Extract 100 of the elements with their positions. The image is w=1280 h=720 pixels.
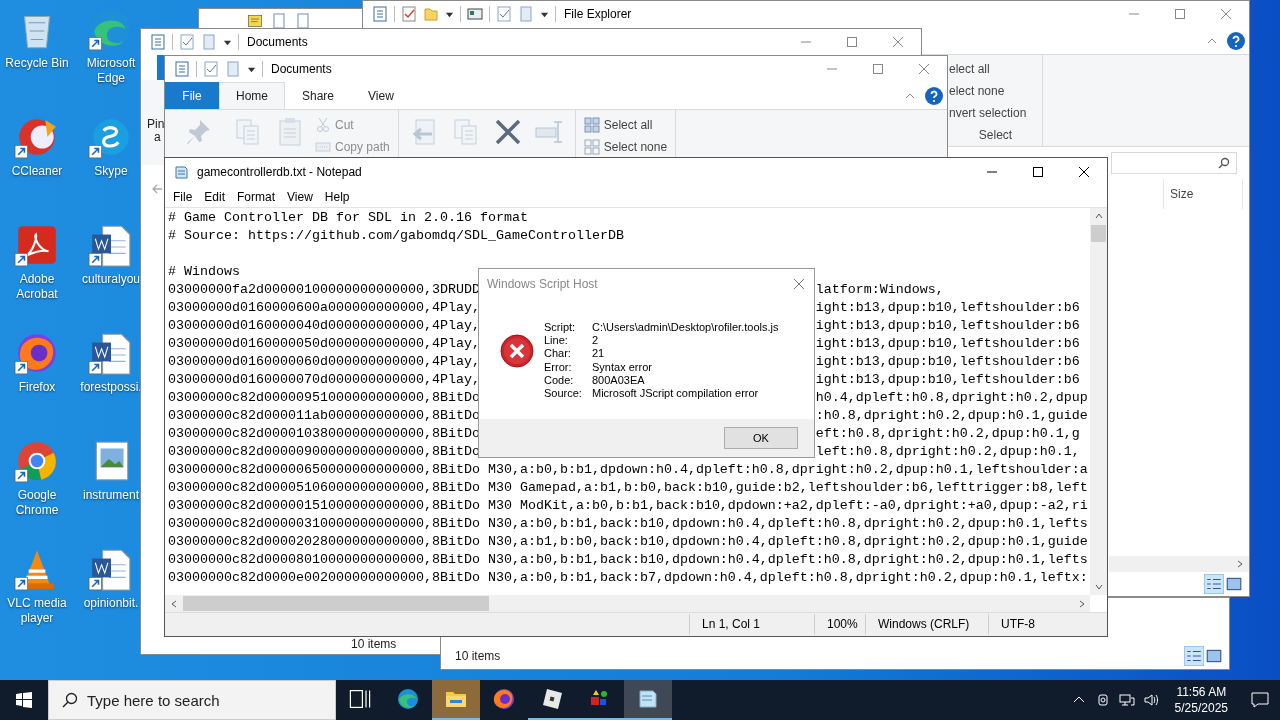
folder-icon[interactable] bbox=[423, 6, 439, 22]
close-icon bbox=[919, 64, 929, 74]
icon-label: Firefox bbox=[18, 380, 56, 395]
ribbon-button[interactable]: elect none bbox=[949, 83, 1005, 100]
text-line: :h0.8,dpright:h0.2,dpup:h0.1,guide bbox=[815, 407, 1088, 425]
icon-label: Recycle Bin bbox=[5, 56, 69, 71]
status-text: UTF-8 bbox=[988, 614, 1081, 635]
ribbon-tab[interactable]: Share bbox=[285, 82, 352, 109]
ribbon-button[interactable]: Select none bbox=[581, 138, 670, 156]
text-line: # Windows bbox=[168, 263, 240, 281]
text-line: ight:b13,dpup:b10,leftshoulder:b6 bbox=[815, 299, 1080, 317]
menu-item[interactable]: Help bbox=[318, 187, 356, 206]
text-line: ight:b13,dpup:b10,leftshoulder:b6 bbox=[815, 335, 1080, 353]
ribbon-tab[interactable]: Home bbox=[219, 82, 285, 109]
field-value: Microsoft JScript compilation error bbox=[592, 387, 760, 401]
ribbon-button[interactable]: elect all bbox=[949, 61, 990, 78]
text-line: 03000000c82d00000650000000000000,8BitDo M30,a:b0,b:b1,dpdown:h0.4,dpleft:h0.8,dpright:h0.2,dpup:h0.1,leftshoulder:a bbox=[168, 461, 1088, 479]
ribbon-button[interactable]: Select all bbox=[581, 116, 670, 134]
text-line: 03000000c82d00000900000000000000,8BitDo bbox=[168, 443, 480, 461]
maximize-icon bbox=[873, 64, 883, 74]
large-icons-view-icon[interactable] bbox=[1225, 575, 1243, 593]
ribbon-label: Pin bbox=[147, 118, 165, 131]
grid-icon bbox=[583, 139, 600, 155]
vertical-scrollbar[interactable] bbox=[1090, 208, 1107, 595]
task-view-icon bbox=[348, 687, 372, 711]
back-arrow-icon[interactable] bbox=[151, 183, 163, 195]
properties-icon[interactable] bbox=[372, 6, 388, 22]
scroll-up-icon[interactable] bbox=[1093, 211, 1104, 221]
help-icon[interactable] bbox=[1227, 31, 1245, 50]
text-line: left:h0.8,dpright:h0.2,dpup:h0.1, bbox=[815, 443, 1080, 461]
text-line: 03000000d0160000050d000000000000,4Play, bbox=[168, 335, 480, 353]
menu-item[interactable]: Edit bbox=[198, 187, 232, 206]
field-label: Error: bbox=[544, 360, 573, 374]
close-icon bbox=[1221, 9, 1231, 19]
icon-label: CCleaner bbox=[11, 164, 63, 179]
ribbon-label: a bbox=[154, 131, 161, 144]
ribbon-button[interactable]: nvert selection bbox=[949, 105, 1027, 122]
check-page-icon[interactable] bbox=[401, 6, 417, 22]
properties-icon[interactable] bbox=[174, 61, 190, 77]
windows-logo-icon bbox=[16, 692, 32, 708]
maximize-icon bbox=[1033, 167, 1043, 177]
file-menu-tab[interactable]: File bbox=[165, 82, 219, 109]
status-text: Ln 1, Col 1 bbox=[689, 614, 814, 635]
text-line: 03000000d0160000600a000000000000,4Play, bbox=[168, 299, 480, 317]
text-line: 03000000c82d0000e002000000000000,8BitDo N30,a:b0,b:b1,back:b7,dpdown:h0.4,dpleft:h0.8,dpright:h0.2,dpup:h0.1,leftx: bbox=[168, 569, 1088, 587]
window-title: File Explorer bbox=[564, 7, 632, 21]
check-page-icon[interactable] bbox=[179, 34, 195, 50]
menu-item[interactable]: Format bbox=[231, 187, 282, 206]
field-label: Script: bbox=[544, 321, 577, 335]
field-value: C:\Users\admin\Desktop\rofiler.tools.js bbox=[592, 321, 779, 335]
help-icon[interactable] bbox=[925, 86, 943, 105]
text-line: ight:b13,dpup:b10,leftshoulder:b6 bbox=[815, 353, 1080, 371]
status-text: 10 items bbox=[351, 637, 397, 651]
check-page-icon[interactable] bbox=[203, 61, 219, 77]
icon-label: VLC media player bbox=[6, 596, 68, 626]
maximize-icon bbox=[847, 37, 857, 47]
large-icons-view-icon[interactable] bbox=[1205, 647, 1223, 665]
field-value: 2 bbox=[592, 334, 600, 348]
text-line: # Source: https://github.com/gabomdq/SDL_GameControllerDB bbox=[168, 227, 624, 245]
menu-item[interactable]: View bbox=[281, 187, 319, 206]
scroll-thumb[interactable] bbox=[1091, 225, 1106, 242]
scroll-down-icon[interactable] bbox=[1093, 582, 1104, 592]
column-header[interactable]: Size bbox=[1163, 179, 1243, 209]
horizontal-scrollbar[interactable] bbox=[165, 595, 1090, 612]
text-line: # Game Controller DB for SDL in 2.0.16 format bbox=[168, 209, 528, 227]
taskbar-app-button[interactable] bbox=[624, 680, 672, 720]
notifications-icon[interactable] bbox=[1250, 690, 1270, 710]
status-text: 100% bbox=[814, 614, 865, 635]
field-value: 800A03EA bbox=[592, 373, 646, 387]
notepad-icon bbox=[636, 687, 660, 711]
horizontal-scrollbar[interactable] bbox=[1109, 556, 1249, 572]
properties-icon[interactable] bbox=[150, 34, 166, 50]
scroll-thumb[interactable] bbox=[183, 596, 489, 611]
ok-button[interactable]: OK bbox=[724, 427, 798, 449]
menu-item[interactable]: File bbox=[167, 187, 199, 206]
text-line: 03000000c82d00000310000000000000,8BitDo N30,a:b0,b:b1,back:b10,dpdown:h0.4,dpleft:h0.8,dpright:h0.2,dpup:h0.1,lefts bbox=[168, 515, 1088, 533]
text-line: ight:b13,dpup:b10,leftshoulder:b6 bbox=[815, 371, 1080, 389]
details-view-icon[interactable] bbox=[1185, 647, 1203, 665]
volume-icon[interactable] bbox=[1142, 692, 1159, 708]
close-icon bbox=[1079, 167, 1089, 177]
text-line: 03000000c82d00001038000000000000,8BitDo bbox=[168, 425, 480, 443]
check-page-icon[interactable] bbox=[496, 6, 512, 22]
icon-label: culturalyou bbox=[82, 272, 140, 287]
ribbon-tab[interactable]: View bbox=[351, 82, 411, 109]
scroll-left-icon[interactable] bbox=[169, 598, 179, 609]
clock-date[interactable]: 5/25/2025 bbox=[1174, 700, 1228, 716]
icon-label: opinionbit. bbox=[83, 596, 139, 611]
icon-label: forestpossi. bbox=[80, 380, 142, 395]
text-line: ight:b13,dpup:b10,leftshoulder:b6 bbox=[815, 317, 1080, 335]
scroll-right-icon[interactable] bbox=[1235, 559, 1245, 569]
clock-time[interactable]: 11:56 AM bbox=[1176, 684, 1227, 700]
status-text: Windows (CRLF) bbox=[865, 614, 988, 635]
text-line: h0.4,dpleft:h0.8,dpright:h0.2,dpup bbox=[815, 389, 1088, 407]
search-field[interactable]: Type here to search bbox=[48, 680, 336, 720]
search-field[interactable] bbox=[1111, 152, 1237, 174]
icon-label: instrument bbox=[83, 488, 139, 503]
field-value: 21 bbox=[592, 347, 606, 361]
details-view-icon[interactable] bbox=[1205, 575, 1223, 593]
network-icon[interactable] bbox=[1118, 692, 1135, 708]
scroll-right-icon[interactable] bbox=[1077, 598, 1087, 609]
